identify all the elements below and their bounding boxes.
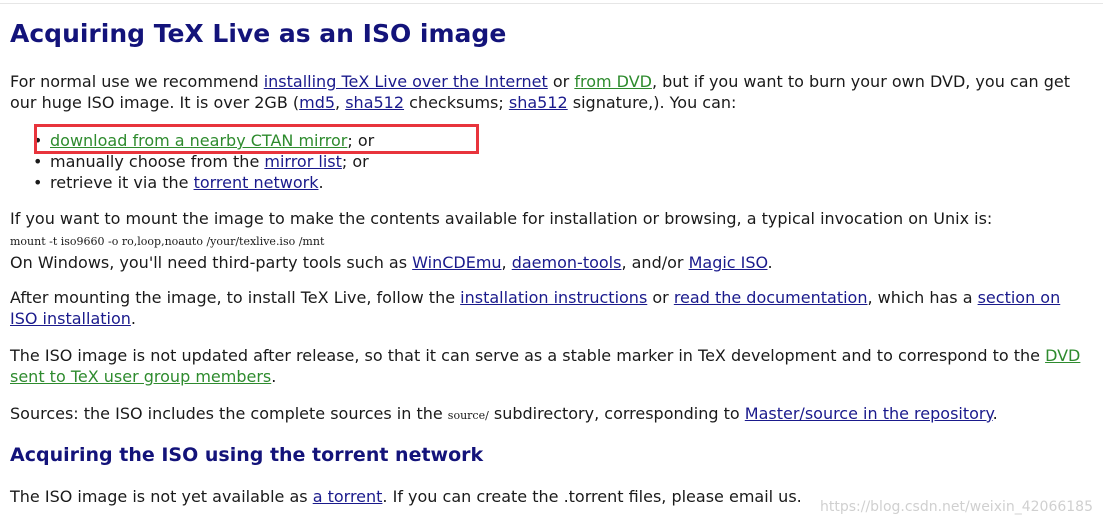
sha512-signature-link[interactable]: sha512: [509, 93, 568, 112]
updated-text: .: [271, 367, 277, 386]
intro-text: For normal use we recommend: [10, 72, 264, 91]
bullet: •: [33, 152, 43, 171]
windows-text: On Windows, you'll need third-party tool…: [10, 253, 413, 272]
torrent-text: The ISO image is not yet available as: [10, 487, 313, 506]
read-documentation-link[interactable]: read the documentation: [674, 288, 868, 307]
bullet: •: [33, 173, 43, 192]
list-item-text: retrieve it via the: [50, 173, 194, 192]
torrent-network-link[interactable]: torrent network: [194, 173, 319, 192]
md5-link[interactable]: md5: [299, 93, 335, 112]
sha512-link[interactable]: sha512: [345, 93, 404, 112]
list-item-text: .: [318, 173, 324, 192]
ctan-mirror-link[interactable]: download from a nearby CTAN mirror: [50, 131, 347, 150]
torrent-text: . If you can create the .torrent files, …: [382, 487, 802, 506]
list-item-text: ; or: [341, 152, 369, 171]
iso-installation-link[interactable]: ISO installation: [10, 309, 131, 328]
after-text: After mounting the image, to install TeX…: [10, 288, 461, 307]
tug-members-link[interactable]: sent to TeX user group members: [10, 367, 271, 386]
sources-text: .: [992, 404, 998, 423]
torrent-section-heading: Acquiring the ISO using the torrent netw…: [10, 444, 484, 466]
section-on-link[interactable]: section on: [978, 288, 1061, 307]
list-item: • manually choose from the mirror list; o…: [33, 151, 374, 172]
daemon-tools-link[interactable]: daemon-tools: [512, 253, 622, 272]
list-item-text: manually choose from the: [50, 152, 265, 171]
top-border: [0, 3, 1103, 4]
not-updated-paragraph: The ISO image is not updated after relea…: [10, 345, 1080, 387]
list-item-text: ; or: [347, 131, 375, 150]
windows-text: , and/or: [621, 253, 689, 272]
intro-text: signature,). You can:: [567, 93, 737, 112]
mirror-list-link[interactable]: mirror list: [264, 152, 342, 171]
mount-text: If you want to mount the image to make t…: [10, 209, 993, 228]
installation-instructions-link[interactable]: installation instructions: [460, 288, 647, 307]
intro-text: , but if you want to burn your own DVD, …: [651, 72, 1071, 91]
windows-text: ,: [501, 253, 512, 272]
download-options-list: • download from a nearby CTAN mirror; or …: [10, 130, 374, 193]
source-directory-code: source/: [447, 409, 489, 422]
sources-text: Sources: the ISO includes the complete s…: [10, 404, 448, 423]
after-text: , which has a: [867, 288, 978, 307]
sources-paragraph: Sources: the ISO includes the complete s…: [10, 403, 1040, 426]
bullet: •: [33, 131, 43, 150]
after-text: .: [130, 309, 136, 328]
list-item: • download from a nearby CTAN mirror; or: [33, 130, 375, 151]
dvd-link[interactable]: DVD: [1045, 346, 1080, 365]
magic-iso-link[interactable]: Magic ISO: [689, 253, 768, 272]
a-torrent-link[interactable]: a torrent: [313, 487, 383, 506]
wincdemu-link[interactable]: WinCDEmu: [412, 253, 501, 272]
intro-text: ,: [335, 93, 346, 112]
intro-text: our huge ISO image. It is over 2GB (: [10, 93, 300, 112]
list-item: • retrieve it via the torrent network.: [33, 172, 374, 193]
mount-command: mount -t iso9660 -o ro,loop,noauto /your…: [10, 235, 325, 248]
install-internet-link[interactable]: installing TeX Live over the Internet: [264, 72, 548, 91]
from-dvd-link[interactable]: from DVD: [574, 72, 652, 91]
updated-text: The ISO image is not updated after relea…: [10, 346, 1046, 365]
windows-text: .: [767, 253, 773, 272]
repository-source-link[interactable]: Master/source in the repository: [745, 404, 993, 423]
mount-paragraph: If you want to mount the image to make t…: [10, 208, 1040, 273]
intro-text: checksums;: [404, 93, 509, 112]
watermark: https://blog.csdn.net/weixin_42066185: [819, 499, 1093, 515]
after-text: or: [647, 288, 674, 307]
intro-text: or: [547, 72, 575, 91]
intro-paragraph: For normal use we recommend installing T…: [10, 71, 1070, 113]
sources-text: subdirectory, corresponding to: [488, 404, 745, 423]
page-title: Acquiring TeX Live as an ISO image: [10, 19, 507, 48]
after-mounting-paragraph: After mounting the image, to install TeX…: [10, 287, 1060, 329]
